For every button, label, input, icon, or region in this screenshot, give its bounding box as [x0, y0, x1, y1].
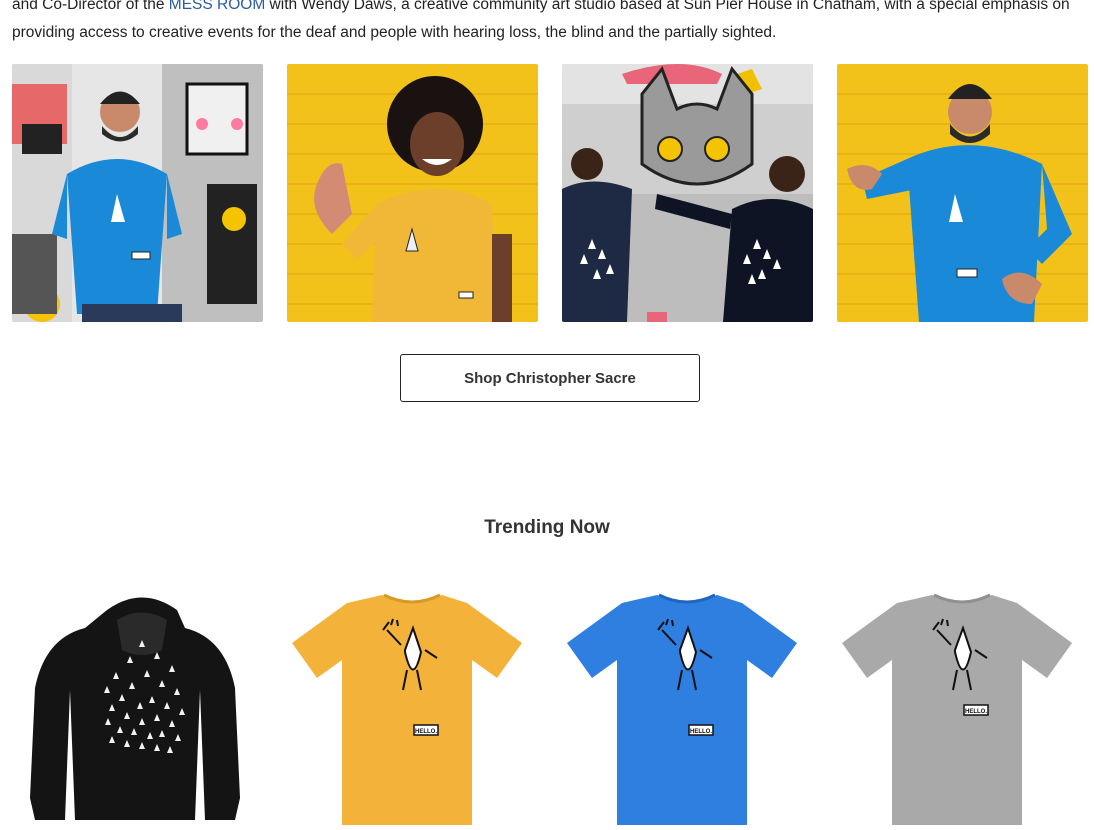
product-grey-tee[interactable]: HELLO. [837, 590, 1088, 830]
product-black-hoodie[interactable] [12, 590, 263, 830]
hello-badge-text: HELLO. [690, 729, 712, 735]
grey-tee-image: HELLO. [842, 593, 1072, 825]
photo-gallery [12, 64, 1088, 322]
hello-badge-text: HELLO. [965, 709, 987, 715]
photo-man-blue-tee-yellow-wall [837, 64, 1088, 322]
hello-badge-text: HELLO. [415, 729, 437, 735]
product-blue-tee[interactable]: HELLO. [562, 590, 813, 830]
photo-kids-navy-hoodies [562, 64, 813, 322]
black-hoodie-image [30, 597, 240, 820]
trending-now-heading: Trending Now [484, 517, 610, 538]
blue-tee-image: HELLO. [567, 593, 797, 825]
bio-line-1: and Co-Director of the MESS ROOM with We… [12, 0, 1070, 13]
mess-room-link[interactable]: MESS ROOM [169, 0, 265, 13]
photo-person-yellow-tee [287, 64, 538, 322]
shop-artist-button[interactable]: Shop Christopher Sacre [400, 354, 700, 402]
trending-products-row: HELLO. HELLO. HELLO. [12, 590, 1088, 830]
artist-bio-paragraph: and Co-Director of the MESS ROOM with We… [12, 0, 1087, 47]
product-yellow-tee[interactable]: HELLO. [287, 590, 538, 830]
photo-man-blue-tee-graffiti [12, 64, 263, 322]
bio-line-2: providing access to creative events for … [12, 24, 777, 41]
yellow-tee-image: HELLO. [292, 593, 522, 825]
